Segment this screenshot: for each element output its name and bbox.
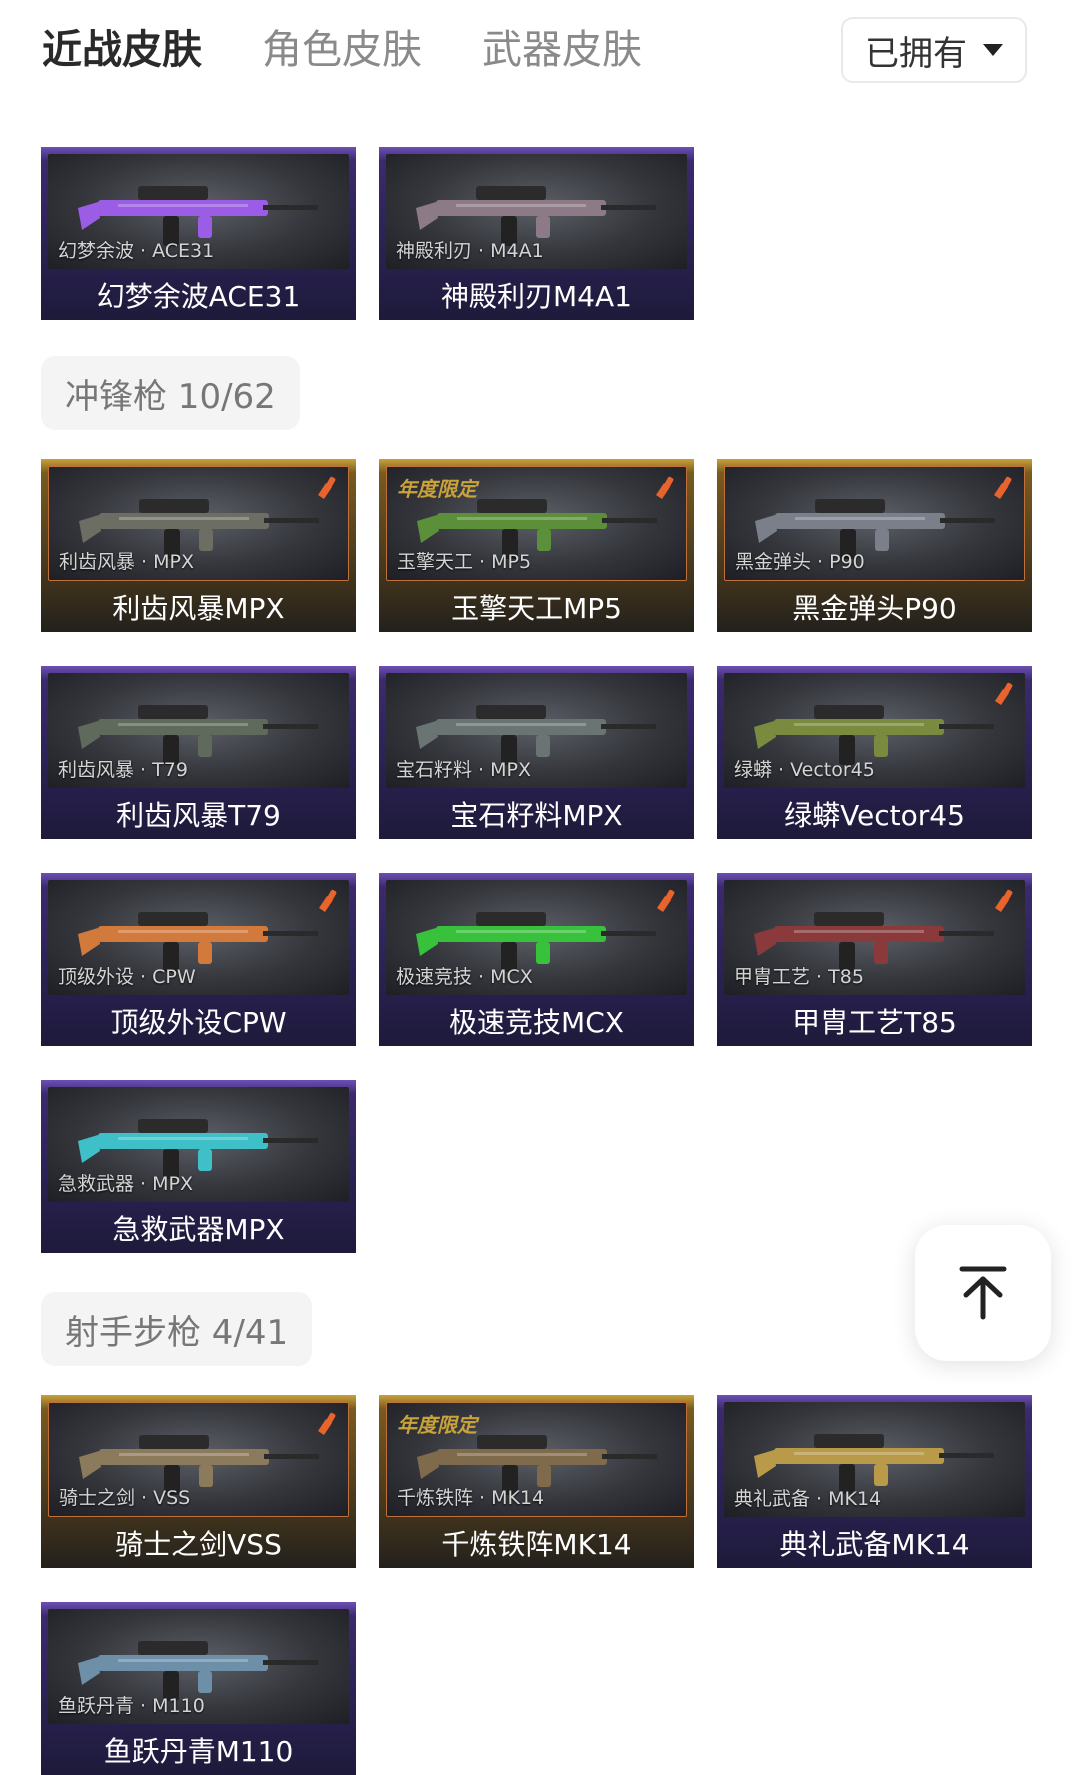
skin-sublabel: 顶级外设 · CPW bbox=[58, 966, 196, 988]
skin-thumbnail: 骑士之剑 · VSS bbox=[48, 1402, 349, 1517]
skin-card[interactable]: 典礼武备 · MK14 典礼武备MK14 bbox=[717, 1395, 1032, 1568]
skin-sublabel: 幻梦余波 · ACE31 bbox=[58, 240, 215, 262]
unlock-brush-icon bbox=[318, 476, 336, 499]
skin-sublabel: 千炼铁阵 · MK14 bbox=[397, 1487, 545, 1509]
unlock-brush-icon bbox=[995, 889, 1013, 912]
skin-card[interactable]: 甲胄工艺 · T85 甲胄工艺T85 bbox=[717, 873, 1032, 1046]
skin-name: 千炼铁阵MK14 bbox=[441, 1527, 632, 1561]
skin-card[interactable]: 极速竞技 · MCX 极速竞技MCX bbox=[379, 873, 694, 1046]
skin-thumbnail: 顶级外设 · CPW bbox=[48, 880, 349, 995]
skin-name: 神殿利刃M4A1 bbox=[441, 279, 632, 313]
unlock-brush-icon bbox=[318, 1412, 336, 1435]
skin-name: 极速竞技MCX bbox=[449, 1005, 624, 1039]
skin-name: 甲胄工艺T85 bbox=[792, 1005, 957, 1039]
skin-card[interactable]: 鱼跃丹青 · M110 鱼跃丹青M110 bbox=[41, 1602, 356, 1775]
skin-thumbnail: 极速竞技 · MCX bbox=[386, 880, 687, 995]
skin-thumbnail: 利齿风暴 · MPX bbox=[48, 466, 349, 581]
section-header: 射手步枪 4/41 bbox=[41, 1292, 313, 1366]
skin-sublabel: 绿蟒 · Vector45 bbox=[734, 759, 875, 781]
skin-sublabel: 甲胄工艺 · T85 bbox=[734, 966, 864, 988]
skin-card[interactable]: 年度限定千炼铁阵 · MK14 千炼铁阵MK14 bbox=[379, 1395, 694, 1568]
unlock-brush-icon bbox=[656, 476, 674, 499]
limited-edition-tag: 年度限定 bbox=[397, 477, 477, 501]
skin-name: 绿蟒Vector45 bbox=[784, 798, 965, 832]
skin-name: 玉擎天工MP5 bbox=[451, 591, 622, 625]
skin-card[interactable]: 急救武器 · MPX 急救武器MPX bbox=[41, 1080, 356, 1253]
category-tabs: 近战皮肤 角色皮肤 武器皮肤 bbox=[42, 22, 642, 78]
skin-sublabel: 黑金弹头 · P90 bbox=[735, 551, 865, 573]
unlock-brush-icon bbox=[994, 476, 1012, 499]
skin-card[interactable]: 利齿风暴 · T79 利齿风暴T79 bbox=[41, 666, 356, 839]
owned-filter-dropdown[interactable]: 已拥有 bbox=[841, 17, 1027, 83]
unlock-brush-icon bbox=[995, 682, 1013, 705]
skin-sublabel: 利齿风暴 · MPX bbox=[59, 551, 194, 573]
skin-name: 幻梦余波ACE31 bbox=[96, 279, 301, 313]
limited-edition-tag: 年度限定 bbox=[397, 1413, 477, 1437]
skin-card[interactable]: 利齿风暴 · MPX 利齿风暴MPX bbox=[41, 459, 356, 632]
skin-thumbnail: 年度限定千炼铁阵 · MK14 bbox=[386, 1402, 687, 1517]
skin-name: 骑士之剑VSS bbox=[115, 1527, 282, 1561]
skin-sublabel: 神殿利刃 · M4A1 bbox=[396, 240, 544, 262]
arrow-up-to-top-icon bbox=[959, 1266, 1007, 1320]
skin-sublabel: 急救武器 · MPX bbox=[58, 1173, 193, 1195]
tab-melee-skins[interactable]: 近战皮肤 bbox=[42, 22, 202, 78]
skin-name: 宝石籽料MPX bbox=[450, 798, 623, 832]
skin-thumbnail: 黑金弹头 · P90 bbox=[724, 466, 1025, 581]
skin-thumbnail: 幻梦余波 · ACE31 bbox=[48, 154, 349, 269]
skin-thumbnail: 神殿利刃 · M4A1 bbox=[386, 154, 687, 269]
owned-filter-label: 已拥有 bbox=[865, 33, 967, 74]
skin-name: 利齿风暴MPX bbox=[112, 591, 285, 625]
skin-name: 鱼跃丹青M110 bbox=[103, 1734, 294, 1768]
skin-name: 顶级外设CPW bbox=[110, 1005, 287, 1039]
skin-sublabel: 骑士之剑 · VSS bbox=[59, 1487, 191, 1509]
skin-thumbnail: 利齿风暴 · T79 bbox=[48, 673, 349, 788]
skin-sublabel: 典礼武备 · MK14 bbox=[734, 1488, 882, 1510]
skin-thumbnail: 典礼武备 · MK14 bbox=[724, 1402, 1025, 1517]
unlock-brush-icon bbox=[319, 889, 337, 912]
skin-card[interactable]: 幻梦余波 · ACE31 幻梦余波ACE31 bbox=[41, 147, 356, 320]
skin-thumbnail: 鱼跃丹青 · M110 bbox=[48, 1609, 349, 1724]
skin-thumbnail: 甲胄工艺 · T85 bbox=[724, 880, 1025, 995]
skin-card[interactable]: 宝石籽料 · MPX 宝石籽料MPX bbox=[379, 666, 694, 839]
unlock-brush-icon bbox=[657, 889, 675, 912]
skin-card[interactable]: 黑金弹头 · P90 黑金弹头P90 bbox=[717, 459, 1032, 632]
skin-name: 急救武器MPX bbox=[112, 1212, 285, 1246]
back-to-top-button[interactable] bbox=[915, 1225, 1051, 1361]
skin-card[interactable]: 骑士之剑 · VSS 骑士之剑VSS bbox=[41, 1395, 356, 1568]
skin-thumbnail: 宝石籽料 · MPX bbox=[386, 673, 687, 788]
skin-card[interactable]: 神殿利刃 · M4A1 神殿利刃M4A1 bbox=[379, 147, 694, 320]
skin-sublabel: 利齿风暴 · T79 bbox=[58, 759, 188, 781]
skin-thumbnail: 绿蟒 · Vector45 bbox=[724, 673, 1025, 788]
caret-down-icon bbox=[983, 44, 1003, 56]
skin-sublabel: 极速竞技 · MCX bbox=[396, 966, 533, 988]
tab-weapon-skins[interactable]: 武器皮肤 bbox=[482, 22, 642, 78]
skin-card[interactable]: 顶级外设 · CPW 顶级外设CPW bbox=[41, 873, 356, 1046]
skin-name: 利齿风暴T79 bbox=[116, 798, 281, 832]
skin-sublabel: 鱼跃丹青 · M110 bbox=[58, 1695, 205, 1717]
section-header: 冲锋枪 10/62 bbox=[41, 356, 300, 430]
skin-sublabel: 玉擎天工 · MP5 bbox=[397, 551, 532, 573]
skin-sublabel: 宝石籽料 · MPX bbox=[396, 759, 531, 781]
skin-thumbnail: 急救武器 · MPX bbox=[48, 1087, 349, 1202]
skin-name: 典礼武备MK14 bbox=[779, 1527, 970, 1561]
skin-card[interactable]: 年度限定玉擎天工 · MP5 玉擎天工MP5 bbox=[379, 459, 694, 632]
skin-card[interactable]: 绿蟒 · Vector45 绿蟒Vector45 bbox=[717, 666, 1032, 839]
skin-thumbnail: 年度限定玉擎天工 · MP5 bbox=[386, 466, 687, 581]
skin-name: 黑金弹头P90 bbox=[792, 591, 957, 625]
tab-character-skins[interactable]: 角色皮肤 bbox=[262, 22, 422, 78]
